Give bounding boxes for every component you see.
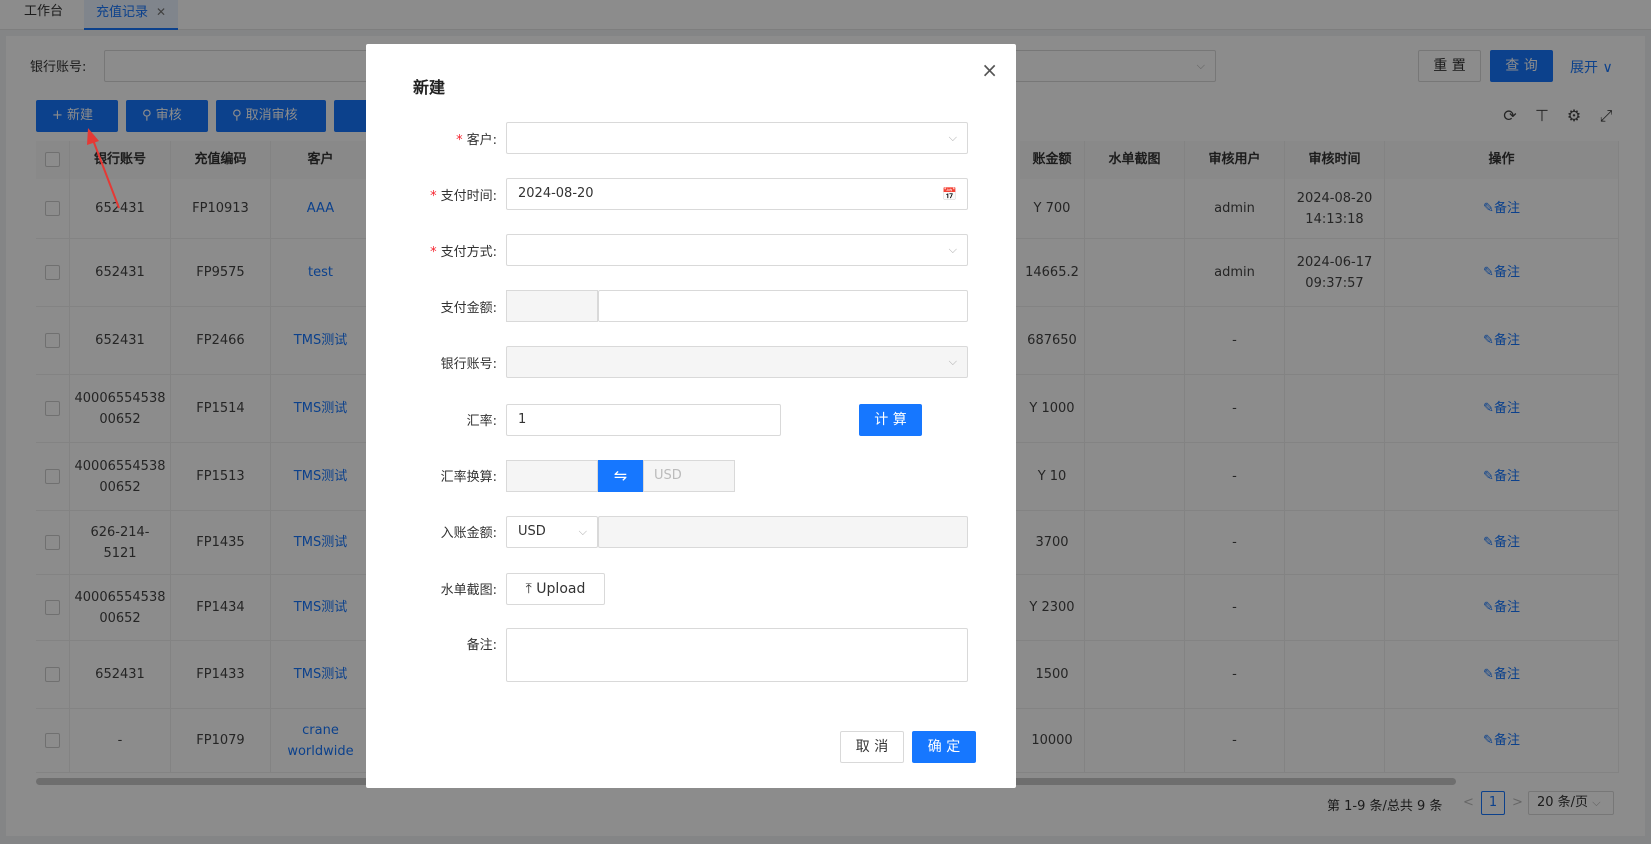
rate-convert-from[interactable] — [506, 460, 598, 492]
rate-input[interactable]: 1 — [506, 404, 781, 436]
pay-currency-select[interactable] — [506, 290, 598, 322]
chevron-down-icon: ⌵ — [948, 355, 957, 368]
pay-method-select[interactable]: ⌵ — [506, 234, 968, 266]
label-text: 支付方式: — [440, 245, 497, 260]
chevron-down-icon: ⌵ — [578, 525, 587, 538]
pay-time-label: * 支付时间: — [366, 185, 497, 204]
swap-icon[interactable]: ⇋ — [598, 460, 643, 492]
label-text: 客户: — [466, 133, 497, 148]
pay-method-label: * 支付方式: — [366, 241, 497, 260]
cancel-button[interactable]: 取 消 — [840, 731, 904, 763]
rate-label: 汇率: — [466, 414, 497, 429]
required-mark: * — [430, 189, 437, 204]
close-icon[interactable]: × — [981, 58, 998, 82]
customer-label: * 客户: — [366, 129, 497, 148]
ok-button[interactable]: 确 定 — [912, 731, 976, 763]
screenshot-label: 水单截图: — [440, 583, 497, 598]
account-amount-input[interactable] — [598, 516, 968, 548]
account-currency-select[interactable]: USD ⌵ — [506, 516, 598, 548]
customer-select[interactable]: ⌵ — [506, 122, 968, 154]
account-amount-label: 入账金额: — [440, 526, 497, 541]
bank-account-select[interactable]: ⌵ — [506, 346, 968, 378]
label-text: 支付时间: — [440, 189, 497, 204]
new-record-modal: 新建 × * 客户: ⌵ * 支付时间: 2024-08-20 📅 * 支付方式: ⌵ … — [366, 44, 1016, 788]
calculate-button[interactable]: 计 算 — [859, 404, 922, 436]
remark-textarea[interactable] — [506, 628, 968, 682]
bank-account-label: 银行账号: — [440, 357, 497, 372]
pay-time-value: 2024-08-20 — [518, 186, 594, 201]
calendar-icon: 📅 — [942, 187, 957, 201]
upload-button[interactable]: ⤒ Upload — [506, 573, 605, 605]
rate-convert-currency[interactable]: USD — [643, 460, 735, 492]
upload-icon: ⤒ — [525, 581, 532, 597]
pay-amount-label: 支付金额: — [440, 301, 497, 316]
remark-label: 备注: — [466, 638, 497, 653]
modal-title: 新建 — [413, 78, 446, 97]
currency-value: USD — [518, 524, 546, 539]
chevron-down-icon: ⌵ — [948, 243, 957, 256]
button-label: Upload — [536, 581, 586, 597]
required-mark: * — [430, 245, 437, 260]
required-mark: * — [456, 133, 463, 148]
pay-amount-input[interactable] — [598, 290, 968, 322]
pay-time-picker[interactable]: 2024-08-20 📅 — [506, 178, 968, 210]
rate-convert-label: 汇率换算: — [440, 470, 497, 485]
chevron-down-icon: ⌵ — [948, 131, 957, 144]
